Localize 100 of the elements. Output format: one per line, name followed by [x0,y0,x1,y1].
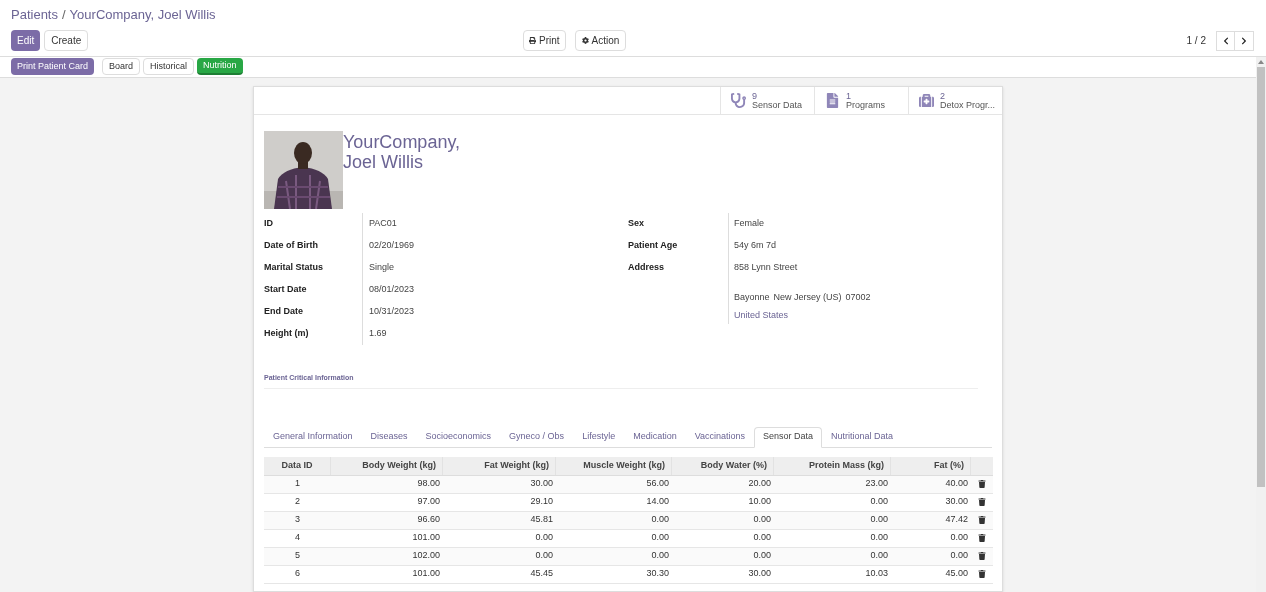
chevron-right-icon [1240,36,1248,45]
medkit-icon [919,93,934,108]
table-cell: 0.00 [870,513,888,527]
table-cell: 56.00 [646,477,669,491]
table-cell: 45.45 [530,567,553,581]
scrollbar-thumb[interactable] [1257,66,1265,487]
tab[interactable]: Lifestyle [573,426,625,448]
smart-button[interactable]: 9 Sensor Data [720,86,814,115]
field-value: 54y 6m 7d [734,238,777,252]
field-label: ID [264,216,273,230]
stethoscope-icon [731,93,746,108]
pager-counter: 1 / 2 [1186,34,1206,48]
zip-field: 07002 [845,290,871,305]
next-button[interactable] [1235,30,1254,51]
column-header[interactable]: Protein Mass (kg) [809,458,884,473]
scrollbar[interactable] [1256,56,1266,592]
table-cell: 0.00 [950,531,968,545]
table-cell: 20.00 [748,477,771,491]
tab[interactable]: Diseases [361,426,417,448]
city-field: Bayonne [734,290,770,305]
trash-icon[interactable] [978,552,986,560]
trash-icon[interactable] [978,570,986,578]
table-cell: 30.00 [530,477,553,491]
field-value: 02/20/1969 [369,238,415,252]
table-cell: 0.00 [870,495,888,509]
field-value: 08/01/2023 [369,282,415,296]
table-cell: 30.00 [945,495,968,509]
tab[interactable]: Medication [624,426,686,448]
tab[interactable]: Vaccinations [685,426,755,448]
previous-button[interactable] [1216,30,1235,51]
country-link[interactable]: United States [734,308,789,323]
table-cell: 1 [295,477,300,491]
column-header[interactable]: Fat Weight (kg) [484,458,549,473]
field-label: End Date [264,304,303,318]
status-button[interactable]: Historical [143,58,195,75]
action-button[interactable]: Action [574,30,627,51]
field-value: PAC01 [369,216,397,230]
print-patient-card-button[interactable]: Print Patient Card [11,58,95,75]
field-value: Single [369,260,395,274]
table-cell: 0.00 [651,549,669,563]
breadcrumb-link[interactable]: Patients [11,5,58,25]
table-cell: 0.00 [535,531,553,545]
table-cell: 96.60 [417,513,440,527]
table-cell: 4 [295,531,300,545]
table-cell: 0.00 [950,549,968,563]
trash-icon[interactable] [978,516,986,524]
trash-icon[interactable] [978,498,986,506]
table-cell: 98.00 [417,477,440,491]
table-cell: 10.03 [865,567,888,581]
column-header[interactable]: Data ID [281,458,313,473]
field-label: Address [628,260,664,274]
table-cell: 29.10 [530,495,553,509]
field-label: Start Date [264,282,307,296]
trash-icon[interactable] [978,480,986,488]
breadcrumb-separator: / [62,6,66,24]
tab[interactable]: Gyneco / Obs [500,426,574,448]
table-cell: 3 [295,513,300,527]
field-value: 10/31/2023 [369,304,415,318]
tab[interactable]: Sensor Data [754,426,823,448]
table-cell: 0.00 [753,549,771,563]
field-label: Sex [628,216,644,230]
document-icon [825,93,840,108]
column-header[interactable]: Body Water (%) [700,458,767,473]
smart-button[interactable]: 2 Detox Progr... [908,86,1002,115]
field-label: Height (m) [264,326,309,340]
printer-icon [529,37,536,44]
column-header[interactable]: Fat (%) [934,458,964,473]
table-cell: 10.00 [748,495,771,509]
field-label: Marital Status [264,260,323,274]
patient-name: YourCompany, [343,131,461,152]
create-button[interactable]: Create [44,30,89,51]
table-cell: 0.00 [535,549,553,563]
field-label: Date of Birth [264,238,318,252]
field-label: Patient Age [628,238,678,252]
edit-button[interactable]: Edit [11,30,41,51]
table-cell: 2 [295,495,300,509]
table-cell: 30.30 [646,567,669,581]
table-cell: 47.42 [945,513,968,527]
tab[interactable]: Nutritional Data [822,426,903,448]
table-cell: 101.00 [412,567,440,581]
table-cell: 5 [295,549,300,563]
smart-button[interactable]: 1 Programs [814,86,908,115]
table-cell: 6 [295,567,300,581]
table-cell: 0.00 [870,549,888,563]
column-header[interactable]: Muscle Weight (kg) [583,458,665,473]
gear-icon [581,37,589,44]
scroll-up-icon[interactable] [1258,59,1264,64]
tab[interactable]: Socioeconomics [416,426,501,448]
print-button[interactable]: Print [523,30,566,51]
tab[interactable]: General Information [264,426,362,448]
table-cell: 101.00 [412,531,440,545]
table-cell: 97.00 [417,495,440,509]
state-field: New Jersey (US) [773,290,842,305]
breadcrumb-current: YourCompany, Joel Willis [69,6,216,24]
table-cell: 0.00 [753,531,771,545]
patient-name: Joel Willis [343,151,423,172]
trash-icon[interactable] [978,534,986,542]
field-value: Female [734,216,764,230]
column-header[interactable]: Body Weight (kg) [362,458,436,473]
status-button[interactable]: Board [102,58,141,75]
